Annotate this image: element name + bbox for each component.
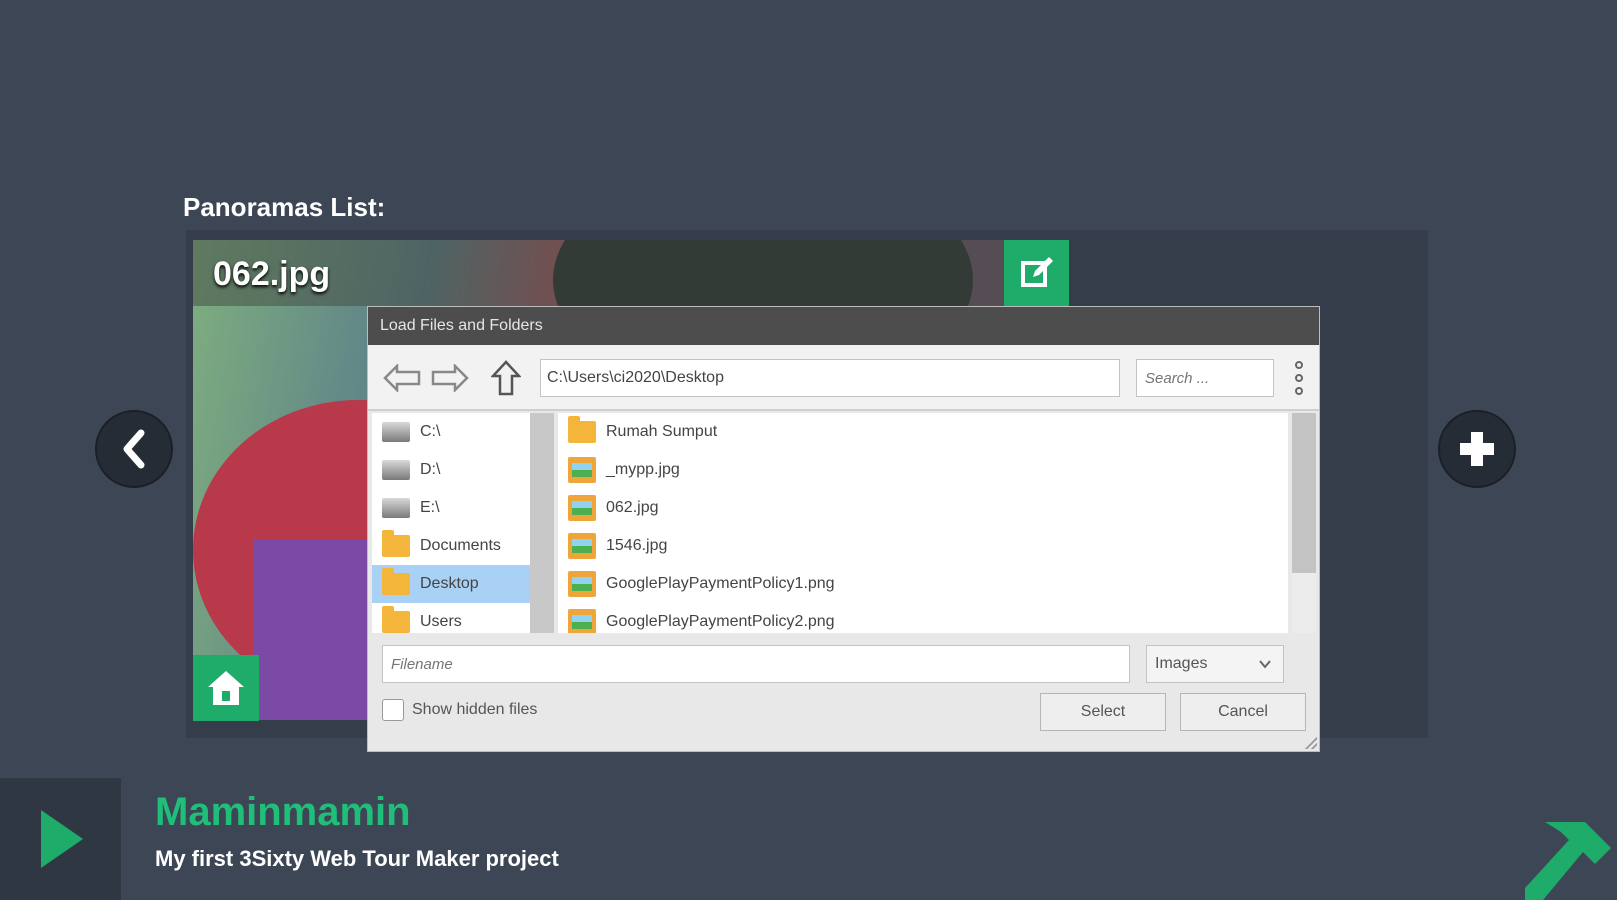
more-dot-icon bbox=[1295, 361, 1303, 370]
drive-item-d[interactable]: D:\ bbox=[372, 451, 530, 489]
file-item[interactable]: GooglePlayPaymentPolicy1.png bbox=[558, 565, 1288, 603]
show-hidden-checkbox[interactable] bbox=[382, 699, 404, 721]
file-label: 1546.jpg bbox=[606, 537, 668, 554]
folder-icon bbox=[380, 530, 412, 560]
file-label: GooglePlayPaymentPolicy2.png bbox=[606, 613, 835, 630]
arrow-right-icon bbox=[431, 364, 469, 392]
more-dot-icon bbox=[1295, 386, 1303, 395]
file-type-select[interactable]: Images bbox=[1146, 645, 1284, 683]
chevron-left-icon bbox=[123, 429, 145, 469]
home-icon bbox=[208, 671, 244, 705]
panorama-name: 062.jpg bbox=[213, 255, 331, 293]
file-item[interactable]: GooglePlayPaymentPolicy2.png bbox=[558, 603, 1288, 633]
drive-label: C:\ bbox=[420, 423, 441, 440]
edit-button[interactable] bbox=[1004, 240, 1069, 306]
image-icon bbox=[566, 494, 598, 522]
image-icon bbox=[566, 456, 598, 484]
file-item[interactable]: 1546.jpg bbox=[558, 527, 1288, 565]
drive-item-desktop[interactable]: Desktop bbox=[372, 565, 530, 603]
more-options-button[interactable] bbox=[1288, 359, 1310, 397]
image-icon bbox=[566, 570, 598, 598]
build-button[interactable] bbox=[1525, 820, 1617, 900]
drive-icon bbox=[380, 456, 412, 484]
drive-icon bbox=[380, 494, 412, 522]
project-name: Maminmamin bbox=[155, 790, 411, 834]
resize-grip-icon[interactable] bbox=[1305, 737, 1317, 749]
select-button[interactable]: Select bbox=[1040, 693, 1166, 731]
path-input[interactable] bbox=[540, 359, 1120, 397]
file-label: _mypp.jpg bbox=[606, 461, 680, 478]
file-item[interactable]: _mypp.jpg bbox=[558, 451, 1288, 489]
up-button[interactable] bbox=[486, 359, 526, 397]
panoramas-list-title: Panoramas List: bbox=[183, 192, 386, 222]
arrow-up-icon bbox=[491, 360, 521, 396]
drive-label: E:\ bbox=[420, 499, 440, 516]
play-button[interactable] bbox=[0, 778, 121, 900]
image-icon bbox=[566, 608, 598, 633]
folder-icon bbox=[566, 416, 598, 446]
drive-label: Users bbox=[420, 613, 462, 630]
dialog-toolbar bbox=[368, 345, 1319, 411]
folder-icon bbox=[380, 568, 412, 598]
cancel-button[interactable]: Cancel bbox=[1180, 693, 1306, 731]
drive-label: D:\ bbox=[420, 461, 441, 478]
file-item[interactable]: 062.jpg bbox=[558, 489, 1288, 527]
home-button[interactable] bbox=[193, 655, 259, 721]
more-dot-icon bbox=[1295, 373, 1303, 382]
plus-icon bbox=[1460, 432, 1494, 466]
file-list: Rumah Sumput _mypp.jpg 062.jpg 1546.jpg … bbox=[558, 413, 1288, 633]
file-item[interactable]: Rumah Sumput bbox=[558, 413, 1288, 451]
show-hidden-files-toggle[interactable]: Show hidden files bbox=[382, 699, 537, 721]
chevron-down-icon bbox=[1259, 660, 1271, 669]
play-icon bbox=[40, 810, 83, 868]
add-button[interactable] bbox=[1438, 410, 1516, 488]
drive-item-c[interactable]: C:\ bbox=[372, 413, 530, 451]
drive-item-e[interactable]: E:\ bbox=[372, 489, 530, 527]
file-type-value: Images bbox=[1155, 655, 1208, 672]
search-input[interactable] bbox=[1136, 359, 1274, 397]
scrollbar-thumb[interactable] bbox=[1292, 413, 1316, 573]
file-list-scrollbar[interactable] bbox=[1292, 413, 1316, 633]
back-button[interactable] bbox=[382, 359, 422, 397]
file-label: GooglePlayPaymentPolicy1.png bbox=[606, 575, 835, 592]
project-description: My first 3Sixty Web Tour Maker project bbox=[155, 846, 559, 871]
forward-button[interactable] bbox=[430, 359, 470, 397]
drive-icon bbox=[380, 418, 412, 446]
drive-list: C:\ D:\ E:\ Documents Desktop Users bbox=[372, 413, 530, 633]
drive-label: Documents bbox=[420, 537, 501, 554]
filename-input[interactable] bbox=[382, 645, 1130, 683]
edit-icon bbox=[1020, 257, 1053, 287]
load-files-dialog: Load Files and Folders C:\Users\ci2020\D… bbox=[367, 306, 1320, 752]
image-icon bbox=[566, 532, 598, 560]
arrow-left-icon bbox=[383, 364, 421, 392]
previous-button[interactable] bbox=[95, 410, 173, 488]
dialog-title: Load Files and Folders bbox=[368, 307, 1319, 345]
drive-list-scrollbar[interactable] bbox=[530, 413, 554, 633]
folder-icon bbox=[380, 606, 412, 633]
file-label: 062.jpg bbox=[606, 499, 659, 516]
drive-label: Desktop bbox=[420, 575, 479, 592]
drive-item-documents[interactable]: Documents bbox=[372, 527, 530, 565]
file-label: Rumah Sumput bbox=[606, 423, 718, 440]
show-hidden-label: Show hidden files bbox=[412, 701, 538, 718]
hammer-icon bbox=[1525, 822, 1611, 900]
drive-item-users[interactable]: Users bbox=[372, 603, 530, 633]
